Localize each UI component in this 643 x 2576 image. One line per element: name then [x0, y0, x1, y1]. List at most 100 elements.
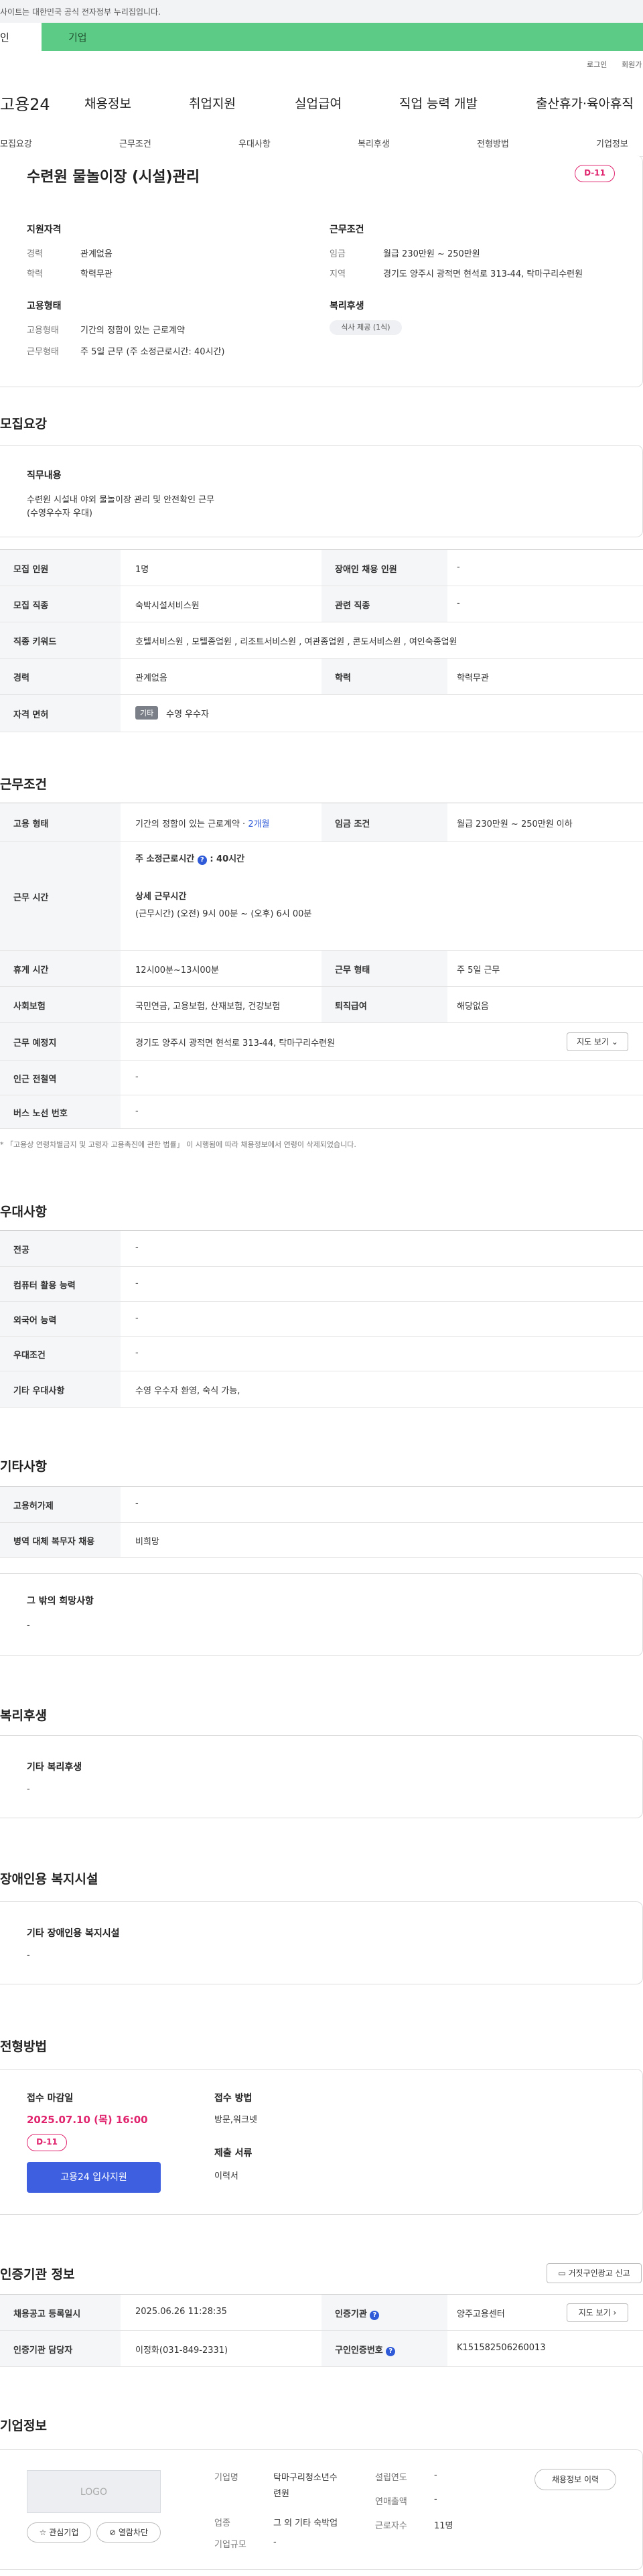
table-row: 채용공고 등록일시 2025.06.26 11:28:35 인증기관 ? 양주고… — [0, 2295, 643, 2331]
count-label: 모집 인원 — [0, 550, 121, 586]
wage-value: 월급 230만원 ~ 250만원 — [383, 249, 480, 259]
computer-value: - — [135, 1278, 139, 1288]
industry-value: 그 외 기타 숙박업 — [273, 2518, 338, 2528]
computer-label: 컴퓨터 활용 능력 — [0, 1267, 121, 1301]
edu-value: 학력무관 — [80, 269, 113, 279]
table-row: 외국어 능력 - — [0, 1302, 643, 1337]
footnote-mark: * — [0, 1140, 6, 1149]
pref-etc-value: 수영 우수자 환영, 숙식 가능, — [135, 1386, 240, 1396]
form-label: 근무 형태 — [322, 951, 447, 986]
etc-table: 고용허가제 - 병역 대체 복무자 채용 비희망 — [0, 1486, 643, 1558]
gnb-item-unemployment-benefit[interactable]: 실업급여 — [295, 94, 342, 112]
lang-label: 외국어 능력 — [0, 1302, 121, 1336]
hours-label: 근무 시간 — [0, 842, 121, 950]
company-logo-placeholder: LOGO — [27, 2470, 161, 2513]
reg-label: 채용공고 등록일시 — [0, 2295, 121, 2330]
tab-individual[interactable]: 인 — [0, 23, 42, 51]
agency-label-wrap: 인증기관 ? — [322, 2295, 447, 2330]
pref-table: 전공 - 컴퓨터 활용 능력 - 외국어 능력 - 우대조건 - 기타 우대사항… — [0, 1230, 643, 1408]
hope-heading: 그 밖의 희망사항 — [27, 1596, 94, 1607]
gnb-item-training[interactable]: 직업 능력 개발 — [399, 94, 478, 112]
signup-link[interactable]: 회원가 — [622, 59, 642, 70]
welfare-card: 기타 복리후생 - — [0, 1735, 643, 1818]
table-row: 인증기관 담당자 이정화(031-849-2331) 구인인증번호 ? K151… — [0, 2331, 643, 2367]
work-map-button[interactable]: 지도 보기 ⌄ — [567, 1032, 628, 1051]
emptype-row-value: 기간의 정함이 있는 근로계약 · — [135, 819, 246, 829]
fav-company-button[interactable]: ☆ 관심기업 — [27, 2522, 91, 2543]
pref-heading: 우대사항 — [0, 1205, 47, 1219]
break-label: 휴게 시간 — [0, 951, 121, 986]
global-nav: 고용24 채용정보 취업지원 실업급여 직업 능력 개발 출산휴가·육아휴직 — [0, 90, 643, 119]
recruit-table: 모집 인원 1명 장애인 채용 인원 - 모집 직종 숙박시설서비스원 관련 직… — [0, 549, 643, 732]
gnb-item-employment-support[interactable]: 취업지원 — [189, 94, 236, 112]
tab-business[interactable]: 기업 — [42, 23, 643, 51]
site-logo[interactable]: 고용24 — [0, 91, 50, 115]
hours-week-value: : 40시간 — [210, 854, 245, 864]
deadline-value: 2025.07.10 (목) 16:00 — [27, 2114, 148, 2126]
hope-card: 그 밖의 희망사항 - — [0, 1573, 643, 1656]
wage-row-value: 월급 230만원 ~ 250만원 이하 — [457, 819, 573, 829]
pref-etc-label: 기타 우대사항 — [0, 1371, 121, 1407]
star-icon: ☆ — [39, 2528, 47, 2537]
anchor-recruit[interactable]: 모집요강 — [0, 137, 32, 149]
gnb-item-leave[interactable]: 출산휴가·육아휴직 — [536, 94, 634, 112]
license-value: 수영 우수자 — [166, 709, 209, 720]
apply-button[interactable]: 고용24 입사지원 — [27, 2162, 161, 2193]
work-table: 고용 형태 기간의 정함이 있는 근로계약 · 2개월 임금 조건 월급 230… — [0, 803, 643, 1129]
emptype-row-label: 고용 형태 — [0, 803, 121, 841]
industry-label: 업종 — [214, 2518, 230, 2528]
job-summary-card: 수련원 물놀이장 (시설)관리 D-11 지원자격 경력 관계없음 학력 학력무… — [0, 155, 643, 387]
info-icon[interactable]: ? — [386, 2347, 396, 2356]
edu-row-value: 학력무관 — [457, 673, 489, 683]
block-view-button[interactable]: ⊘ 열람차단 — [96, 2522, 161, 2543]
table-row: 고용허가제 - — [0, 1487, 643, 1523]
welfare-heading: 복리후생 — [330, 301, 364, 312]
table-row: 전공 - — [0, 1231, 643, 1267]
gov-notice-text: 사이트는 대한민국 공식 전자정부 누리집입니다. — [0, 7, 161, 17]
anchor-selection[interactable]: 전형방법 — [477, 137, 509, 149]
work-heading: 근무조건 — [0, 777, 47, 792]
company-name-label: 기업명 — [214, 2473, 238, 2483]
sales-label: 연매출액 — [375, 2497, 407, 2507]
agency-map-button[interactable]: 지도 보기 › — [567, 2303, 628, 2322]
edu-row-label: 학력 — [322, 659, 447, 694]
anchor-welfare[interactable]: 복리후생 — [358, 137, 390, 149]
table-row: 근무 시간 주 소정근로시간 ? : 40시간 상세 근무시간 (근무시간) (… — [0, 842, 643, 951]
login-link[interactable]: 로그인 — [587, 59, 607, 70]
insurance-value: 국민연금, 고용보험, 산재보험, 건강보험 — [135, 1002, 281, 1012]
info-icon[interactable]: ? — [197, 856, 207, 865]
table-row: 자격 면허 기타 수영 우수자 — [0, 695, 643, 732]
break-value: 12시00분~13시00분 — [135, 965, 219, 975]
job-title: 수련원 물놀이장 (시설)관리 — [27, 169, 200, 186]
duty-heading: 직무내용 — [27, 470, 62, 481]
emptype-value: 기간의 정함이 있는 근로계약 — [80, 326, 185, 336]
anchor-pref[interactable]: 우대사항 — [238, 137, 271, 149]
report-button[interactable]: ▭ 거짓구인광고 신고 — [547, 2263, 642, 2283]
welfare-sub: 기타 복리후생 — [27, 1762, 82, 1773]
company-name-value-2: 련원 — [273, 2489, 289, 2499]
selection-heading: 전형방법 — [0, 2039, 47, 2054]
region-value: 경기도 양주시 광적면 현석로 313-44, 탁마구리수련원 — [383, 269, 583, 279]
anchor-work[interactable]: 근무조건 — [119, 137, 151, 149]
table-row: 경력 관계없음 학력 학력무관 — [0, 659, 643, 695]
recruit-heading: 모집요강 — [0, 417, 47, 431]
history-button[interactable]: 채용정보 이력 — [534, 2469, 616, 2490]
number-value: K151582506260013 — [457, 2343, 546, 2353]
chevron-down-icon: ⌄ — [611, 1037, 618, 1046]
retire-label: 퇴직급여 — [322, 987, 447, 1022]
permit-value: - — [135, 1499, 139, 1509]
table-row: 버스 노선 번호 - — [0, 1095, 643, 1129]
welfare-section-heading: 복리후생 — [0, 1708, 47, 1723]
size-value: - — [273, 2537, 277, 2547]
anchor-company[interactable]: 기업정보 — [596, 137, 628, 149]
table-row: 고용 형태 기간의 정함이 있는 근로계약 · 2개월 임금 조건 월급 230… — [0, 803, 643, 842]
table-row: 우대조건 - — [0, 1337, 643, 1371]
gnb-item-jobs[interactable]: 채용정보 — [84, 94, 131, 112]
docs-label: 제출 서류 — [214, 2148, 253, 2159]
section-anchor-nav: 모집요강 근무조건 우대사항 복리후생 전형방법 기업정보 — [0, 130, 643, 157]
info-icon[interactable]: ? — [370, 2311, 380, 2320]
major-label: 전공 — [0, 1231, 121, 1266]
table-row: 기타 우대사항 수영 우수자 환영, 숙식 가능, — [0, 1371, 643, 1408]
emp-heading: 고용형태 — [27, 301, 62, 312]
fav-company-label: 관심기업 — [49, 2528, 79, 2537]
